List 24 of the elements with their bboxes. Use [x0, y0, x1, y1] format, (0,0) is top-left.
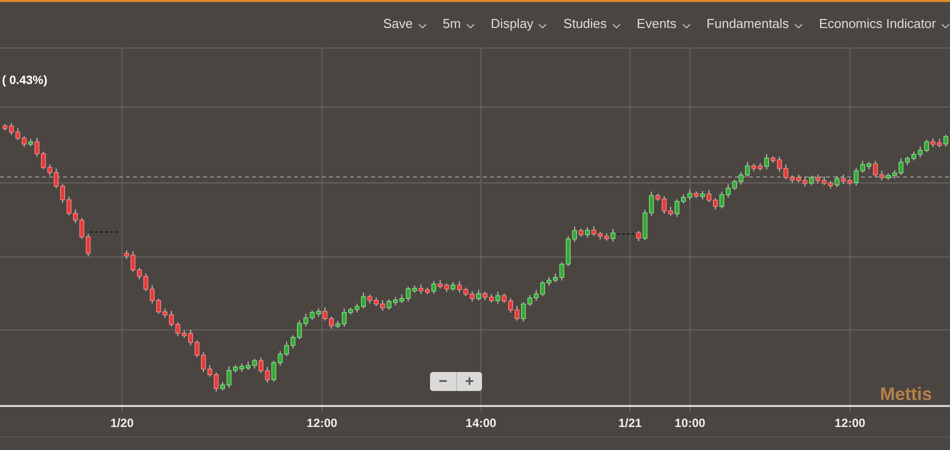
chevron-down-icon	[682, 23, 691, 29]
axis-label: 1/21	[618, 416, 642, 430]
toolbar-menu[interactable]: Events	[636, 16, 691, 30]
toolbar-menu[interactable]: Economics Indicator	[818, 16, 950, 30]
brand-logo: Mettis	[880, 384, 932, 404]
zoom-button[interactable]: +	[456, 372, 482, 391]
axis-label: 12:00	[834, 416, 866, 430]
chevron-down-icon	[538, 23, 548, 29]
chevron-down-icon	[466, 23, 475, 29]
toolbar-menu[interactable]: 5m	[442, 16, 475, 30]
axis-label: 10:00	[674, 416, 706, 430]
zoom-button[interactable]: −	[430, 372, 456, 391]
toolbar-menu[interactable]: Studies	[563, 16, 621, 30]
axis-label: 1/20	[110, 416, 134, 430]
axis-label: 14:00	[466, 416, 496, 430]
toolbar-menu[interactable]: Save	[383, 16, 427, 30]
chevron-down-icon	[612, 23, 621, 29]
chevron-down-icon	[794, 23, 803, 29]
toolbar-menu[interactable]: Display	[490, 16, 548, 30]
chevron-down-icon	[941, 23, 950, 29]
chevron-down-icon	[418, 23, 427, 29]
toolbar-menu[interactable]: Fundamentals	[706, 16, 803, 30]
axis-label: 12:00	[306, 416, 338, 430]
price-change-label: ( 0.43%)	[2, 73, 48, 87]
